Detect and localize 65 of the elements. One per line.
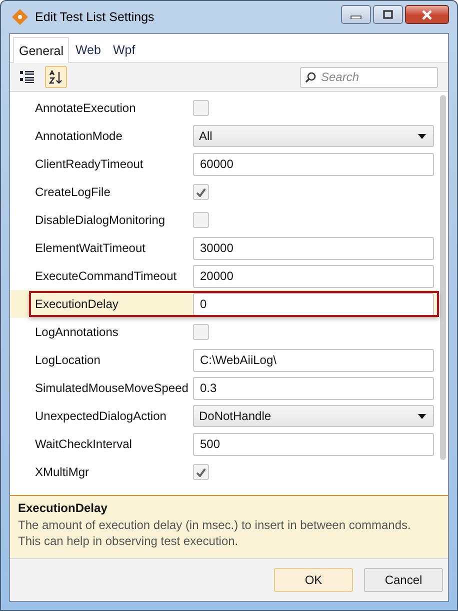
input-field[interactable]: 20000 <box>193 264 434 288</box>
dropdown[interactable]: All <box>193 125 434 147</box>
input-field[interactable]: 500 <box>193 432 434 456</box>
checkmark-icon <box>196 188 206 196</box>
checkbox[interactable] <box>193 324 209 340</box>
property-row[interactable]: UnexpectedDialogAction DoNotHandle <box>10 402 438 430</box>
property-row[interactable]: ExecuteCommandTimeout 20000 <box>10 262 438 290</box>
input-field[interactable]: 0 <box>193 292 434 316</box>
cancel-button[interactable]: Cancel <box>364 568 443 592</box>
maximize-icon <box>382 10 394 20</box>
close-icon <box>420 10 434 20</box>
minimize-button[interactable] <box>341 5 371 24</box>
input-field[interactable]: C:\WebAiiLog\ <box>193 348 434 372</box>
sort-icon <box>49 70 63 84</box>
property-name: XMultiMgr <box>35 465 90 479</box>
property-name: AnnotateExecution <box>35 101 137 115</box>
property-row[interactable]: XMultiMgr <box>10 458 438 486</box>
dropdown[interactable]: DoNotHandle <box>193 405 434 427</box>
property-name: LogLocation <box>35 353 102 367</box>
property-row[interactable]: LogAnnotations <box>10 318 438 346</box>
property-name: CreateLogFile <box>35 185 112 199</box>
input-field[interactable]: 30000 <box>193 236 434 260</box>
property-row[interactable]: AnnotateExecution <box>10 94 438 122</box>
checkbox[interactable] <box>193 464 209 480</box>
search-icon <box>305 72 316 82</box>
property-row[interactable]: ClientReadyTimeout 60000 <box>10 150 438 178</box>
property-name: UnexpectedDialogAction <box>35 409 168 423</box>
property-name: AnnotationMode <box>35 129 124 143</box>
property-row[interactable]: LogLocation C:\WebAiiLog\ <box>10 346 438 374</box>
sort-alphabetical-button[interactable] <box>45 66 67 88</box>
property-row[interactable]: CreateLogFile <box>10 178 438 206</box>
description-title: ExecutionDelay <box>18 501 108 515</box>
checkbox[interactable] <box>193 212 209 228</box>
list-icon <box>20 71 34 83</box>
property-name: WaitCheckInterval <box>35 437 133 451</box>
property-row[interactable]: ExecutionDelay 0 <box>10 290 438 318</box>
property-row[interactable]: AnnotationMode All <box>10 122 438 150</box>
app-logo-icon <box>12 9 28 25</box>
checkbox[interactable] <box>193 184 209 200</box>
checkbox[interactable] <box>193 100 209 116</box>
checkmark-icon <box>196 468 206 476</box>
tab[interactable]: Wpf <box>106 37 142 62</box>
property-name: ElementWaitTimeout <box>35 241 146 255</box>
maximize-button[interactable] <box>373 5 403 24</box>
input-field[interactable]: 60000 <box>193 152 434 176</box>
property-row[interactable]: DisableDialogMonitoring <box>10 206 438 234</box>
property-name: LogAnnotations <box>35 325 120 339</box>
close-button[interactable] <box>405 5 449 24</box>
ok-button[interactable]: OK <box>274 568 353 592</box>
tab[interactable]: General <box>13 37 70 63</box>
property-row[interactable]: ElementWaitTimeout 30000 <box>10 234 438 262</box>
description-text: The amount of execution delay (in msec.) to insert in between commands. This can help in observing test execution. <box>18 517 412 549</box>
dropdown-arrow-icon <box>418 134 426 138</box>
dropdown-arrow-icon <box>418 414 426 418</box>
property-row[interactable]: SimulatedMouseMoveSpeed 0.3 <box>10 374 438 402</box>
property-name: ClientReadyTimeout <box>35 157 144 171</box>
tab[interactable]: Web <box>69 37 107 62</box>
window-title: Edit Test List Settings <box>35 10 154 24</box>
search-field[interactable]: Search <box>300 66 438 88</box>
property-name: ExecutionDelay <box>35 297 120 311</box>
property-row[interactable]: WaitCheckInterval 500 <box>10 430 438 458</box>
property-name: DisableDialogMonitoring <box>35 213 166 227</box>
input-field[interactable]: 0.3 <box>193 376 434 400</box>
property-name: ExecuteCommandTimeout <box>35 269 178 283</box>
property-name: SimulatedMouseMoveSpeed <box>35 381 190 395</box>
